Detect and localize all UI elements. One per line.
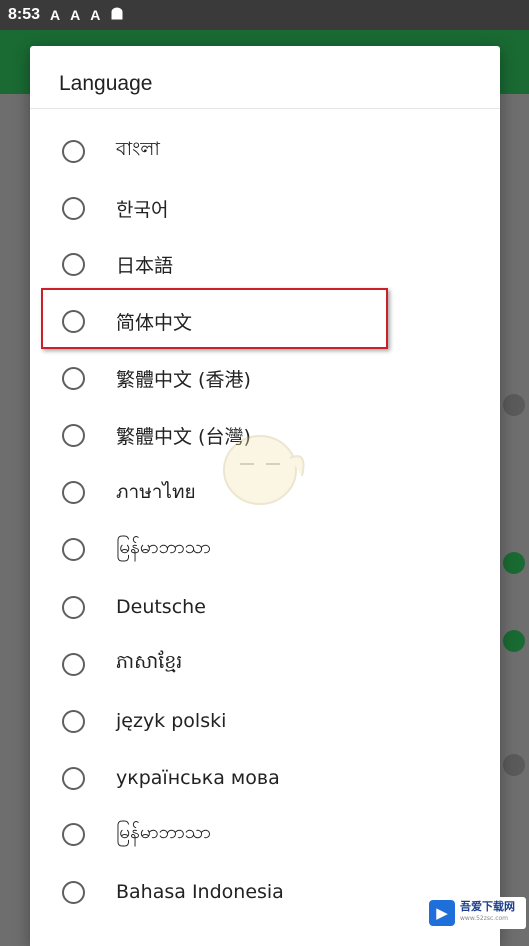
option-label: ភាសាខ្មែរ xyxy=(116,651,183,673)
radio-button[interactable] xyxy=(62,309,85,333)
radio-button[interactable] xyxy=(62,252,85,276)
language-option[interactable]: Deutsche xyxy=(30,579,500,635)
language-dialog: Language বাংলা 한국어 日本語 简体中文 繁體中文 (香港) 繁體… xyxy=(30,46,500,946)
language-option[interactable]: 繁體中文 (香港) xyxy=(30,350,500,406)
status-bar: 8:53 A A A xyxy=(0,0,529,30)
notification-icon: A xyxy=(90,7,101,23)
language-option[interactable]: 日本語 xyxy=(30,236,500,292)
radio-button[interactable] xyxy=(62,537,85,561)
watermark-brand: 吾爱下载网 xyxy=(460,900,515,913)
option-label: ภาษาไทย xyxy=(116,481,196,503)
language-option[interactable]: ភាសាខ្មែរ xyxy=(30,636,500,692)
radio-button[interactable] xyxy=(62,766,85,790)
dialog-title: Language xyxy=(59,72,153,95)
language-option[interactable]: українська мова xyxy=(30,750,500,806)
option-label: українська мова xyxy=(116,767,280,789)
option-label: Bahasa Indonesia xyxy=(116,881,284,903)
language-option[interactable]: မြန်မာဘာသာ xyxy=(30,806,500,862)
radio-button[interactable] xyxy=(62,196,85,220)
option-label: Deutsche xyxy=(116,596,206,618)
radio-button[interactable] xyxy=(62,652,85,676)
option-label: 繁體中文 (台灣) xyxy=(116,425,251,448)
option-label: မြန်မာဘာသာ xyxy=(116,821,211,843)
site-logo-icon: ▶ xyxy=(429,900,455,926)
option-label: বাংলা xyxy=(116,138,160,160)
android-icon xyxy=(110,7,124,24)
radio-button[interactable] xyxy=(62,139,85,163)
language-option[interactable]: 简体中文 xyxy=(30,293,500,349)
toggle xyxy=(503,394,525,416)
option-label: မြန်မာဘာသာ xyxy=(116,536,211,558)
language-option[interactable]: język polski xyxy=(30,693,500,749)
radio-button[interactable] xyxy=(62,595,85,619)
language-option[interactable]: 한국어 xyxy=(30,180,500,236)
site-watermark: ▶ 吾爱下载网 www.52zsc.com xyxy=(426,897,526,929)
language-option[interactable]: 繁體中文 (台灣) xyxy=(30,407,500,463)
status-time: 8:53 xyxy=(8,6,41,23)
radio-button[interactable] xyxy=(62,423,85,447)
option-label: 繁體中文 (香港) xyxy=(116,368,251,391)
radio-button[interactable] xyxy=(62,822,85,846)
option-label: 简体中文 xyxy=(116,311,193,334)
notification-icon: A xyxy=(70,7,81,23)
option-label: 日本語 xyxy=(116,254,174,277)
language-option[interactable]: বাংলা xyxy=(30,123,500,179)
language-option[interactable]: ภาษาไทย xyxy=(30,464,500,520)
radio-button[interactable] xyxy=(62,880,85,904)
language-option[interactable]: မြန်မာဘာသာ xyxy=(30,521,500,577)
toggle xyxy=(503,552,525,574)
watermark-url: www.52zsc.com xyxy=(460,915,509,922)
divider xyxy=(30,108,500,109)
radio-button[interactable] xyxy=(62,480,85,504)
option-label: 한국어 xyxy=(116,198,169,221)
radio-button[interactable] xyxy=(62,366,85,390)
toggle xyxy=(503,754,525,776)
option-label: język polski xyxy=(116,710,227,732)
toggle xyxy=(503,630,525,652)
notification-icon: A xyxy=(50,7,61,23)
radio-button[interactable] xyxy=(62,709,85,733)
